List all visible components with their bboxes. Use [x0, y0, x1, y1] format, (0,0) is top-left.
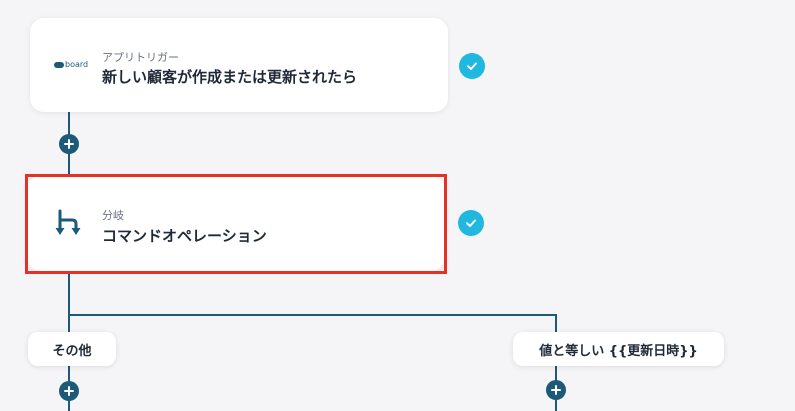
- branch-label-other[interactable]: その他: [28, 332, 116, 366]
- trigger-card[interactable]: board アプリトリガー 新しい顧客が作成または更新されたら: [30, 18, 448, 112]
- board-app-logo: board: [54, 60, 88, 69]
- trigger-subtitle: アプリトリガー: [102, 51, 179, 64]
- branch-check-icon: [458, 210, 484, 236]
- add-step-button-branch-other[interactable]: [59, 381, 79, 401]
- connector-line-horizontal: [68, 314, 557, 316]
- add-step-button[interactable]: [59, 134, 79, 154]
- trigger-title: 新しい顧客が作成または更新されたら: [102, 68, 358, 86]
- add-step-button-branch-equals[interactable]: [546, 380, 566, 400]
- selection-highlight: [25, 174, 447, 274]
- board-logo-icon: [54, 61, 64, 68]
- branch-label-equals[interactable]: 値と等しい {{更新日時}}: [513, 332, 724, 366]
- trigger-check-icon: [459, 53, 485, 79]
